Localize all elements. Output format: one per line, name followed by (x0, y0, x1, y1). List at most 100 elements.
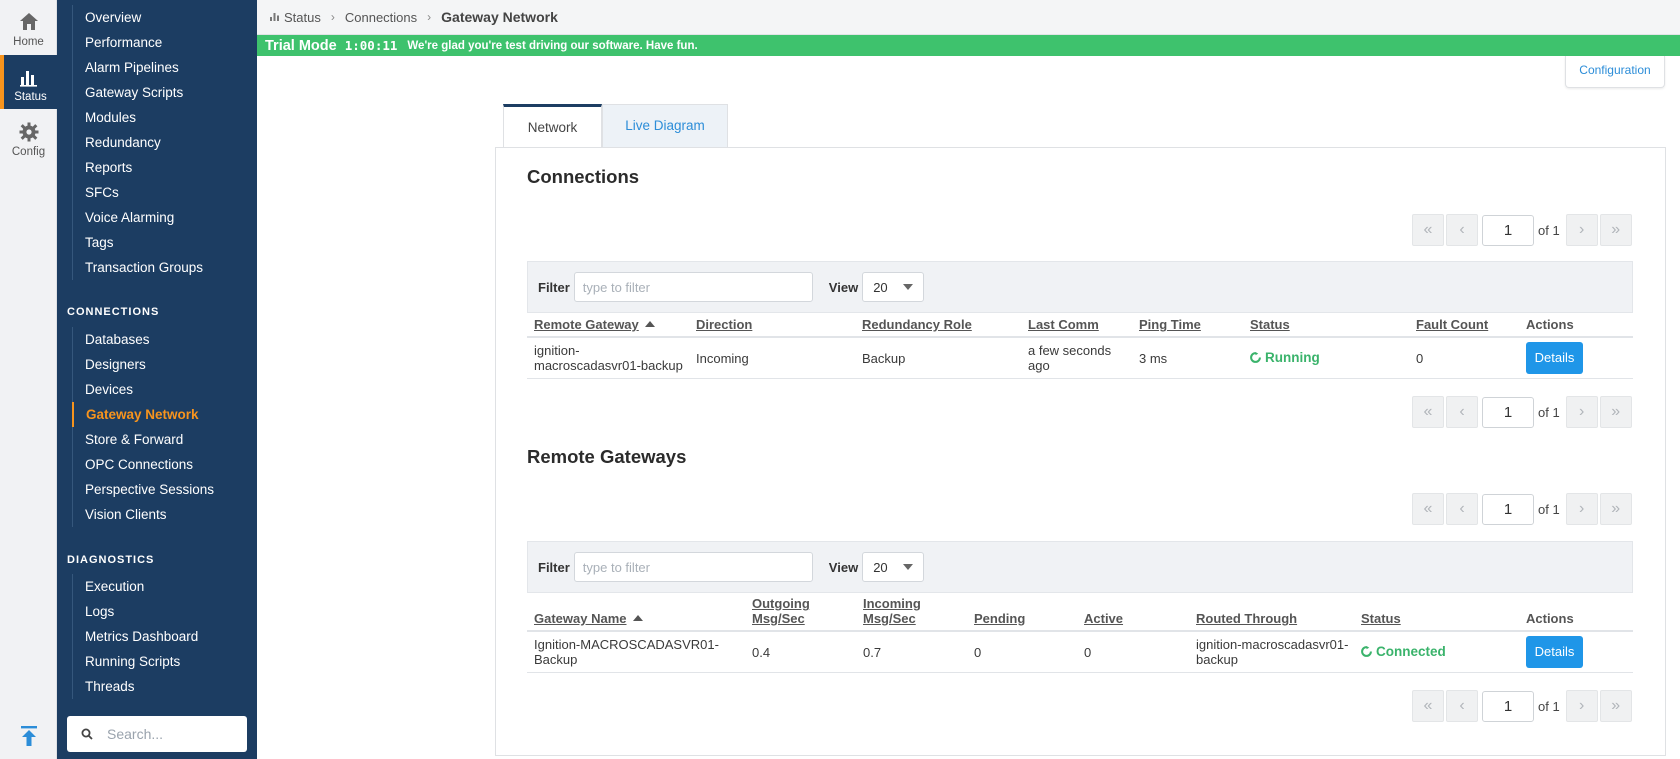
connections-filter-input[interactable] (573, 272, 813, 302)
col-outgoing-msg-sec[interactable]: Outgoing Msg/Sec (752, 596, 810, 626)
nav-item-transaction-groups[interactable]: Transaction Groups (72, 255, 257, 280)
col-last-comm[interactable]: Last Comm (1028, 317, 1099, 332)
cell-incoming: 0.7 (863, 645, 882, 660)
nav-item-gateway-scripts[interactable]: Gateway Scripts (72, 80, 257, 105)
cell-outgoing: 0.4 (752, 645, 771, 660)
remote-gateways-view-select[interactable]: 20 (862, 552, 925, 582)
nav-search-box (67, 716, 247, 752)
rail-status-label: Status (14, 91, 47, 103)
sort-ascending-icon (644, 321, 655, 327)
nav-item-modules[interactable]: Modules (72, 105, 257, 130)
nav-search-input[interactable] (107, 726, 237, 742)
chevron-right-icon: › (330, 10, 335, 24)
col-remote-gateway[interactable]: Remote Gateway (534, 317, 655, 332)
nav-item-sfcs[interactable]: SFCs (72, 180, 257, 205)
col-status[interactable]: Status (1250, 317, 1290, 332)
pager-of-label: of 1 (1538, 404, 1560, 420)
pager-prev-button[interactable]: ‹ (1446, 396, 1478, 428)
pager-next-button[interactable]: › (1565, 396, 1598, 428)
nav-item-voice-alarming[interactable]: Voice Alarming (72, 205, 257, 230)
nav-item-overview[interactable]: Overview (72, 5, 257, 30)
pager-prev-button[interactable]: ‹ (1446, 690, 1478, 722)
nav-item-redundancy[interactable]: Redundancy (72, 130, 257, 155)
connections-view-select[interactable]: 20 (862, 272, 925, 302)
col-active[interactable]: Active (1084, 611, 1123, 626)
breadcrumb-connections[interactable]: Connections (345, 10, 417, 25)
sort-ascending-icon (632, 615, 643, 621)
cell-direction: Incoming (696, 351, 749, 366)
col-ping-time[interactable]: Ping Time (1139, 317, 1201, 332)
pager-page-input[interactable] (1482, 214, 1534, 246)
connections-pager-bottom: « ‹ of 1 › » (1412, 396, 1634, 428)
nav-item-reports[interactable]: Reports (72, 155, 257, 180)
nav-item-vision-clients[interactable]: Vision Clients (72, 502, 257, 527)
pager-first-button[interactable]: « (1412, 396, 1444, 428)
pager-last-button[interactable]: » (1599, 396, 1632, 428)
details-button[interactable]: Details (1526, 342, 1583, 374)
cell-last-comm: a few seconds ago (1028, 343, 1112, 373)
pager-first-button[interactable]: « (1412, 214, 1444, 246)
icon-rail: Home Status Config (0, 0, 57, 759)
pager-of-label: of 1 (1538, 698, 1560, 714)
pager-next-button[interactable]: › (1565, 493, 1598, 525)
col-status[interactable]: Status (1361, 611, 1401, 626)
pager-last-button[interactable]: » (1599, 214, 1632, 246)
rail-home-label: Home (13, 36, 44, 48)
trial-mode-label: Trial Mode (265, 37, 337, 54)
pager-page-input[interactable] (1482, 493, 1534, 525)
trial-timer: 1:00:11 (344, 38, 398, 53)
cell-pending: 0 (974, 645, 982, 660)
nav-item-threads[interactable]: Threads (72, 674, 257, 699)
pager-next-button[interactable]: › (1565, 214, 1598, 246)
filter-label: Filter (538, 559, 570, 575)
remote-gateways-pager-bottom: « ‹ of 1 › » (1412, 690, 1634, 722)
pager-page-input[interactable] (1482, 690, 1534, 722)
nav-item-running-scripts[interactable]: Running Scripts (72, 649, 257, 674)
nav-item-gateway-network[interactable]: Gateway Network (72, 402, 257, 427)
pager-last-button[interactable]: » (1599, 493, 1632, 525)
tab-network[interactable]: Network (503, 104, 602, 147)
nav-item-performance[interactable]: Performance (72, 30, 257, 55)
nav-item-logs[interactable]: Logs (72, 599, 257, 624)
rail-config[interactable]: Config (0, 110, 57, 164)
tab-live-diagram[interactable]: Live Diagram (602, 104, 728, 147)
nav-item-devices[interactable]: Devices (72, 377, 257, 402)
col-routed-through[interactable]: Routed Through (1196, 611, 1297, 626)
trial-message: We're glad you're test driving our softw… (407, 39, 698, 52)
rail-home[interactable]: Home (0, 0, 57, 54)
configuration-button[interactable]: Configuration (1565, 56, 1665, 88)
nav-item-tags[interactable]: Tags (72, 230, 257, 255)
remote-gateways-filter-input[interactable] (573, 552, 813, 582)
col-direction[interactable]: Direction (696, 317, 752, 332)
nav-item-databases[interactable]: Databases (72, 327, 257, 352)
nav-item-opc-connections[interactable]: OPC Connections (72, 452, 257, 477)
nav-item-designers[interactable]: Designers (72, 352, 257, 377)
chevron-down-icon (903, 564, 914, 570)
scroll-to-top-icon[interactable] (17, 724, 41, 748)
pager-prev-button[interactable]: ‹ (1446, 214, 1478, 246)
col-pending[interactable]: Pending (974, 611, 1025, 626)
rail-status[interactable]: Status (0, 55, 57, 109)
nav-item-perspective-sessions[interactable]: Perspective Sessions (72, 477, 257, 502)
status-badge: Running (1265, 350, 1320, 365)
pager-prev-button[interactable]: ‹ (1446, 493, 1478, 525)
col-fault-count[interactable]: Fault Count (1416, 317, 1488, 332)
pager-page-input[interactable] (1482, 396, 1534, 428)
refresh-icon (1361, 646, 1372, 657)
col-gateway-name[interactable]: Gateway Name (534, 611, 643, 626)
breadcrumb-status[interactable]: Status (284, 10, 321, 25)
pager-first-button[interactable]: « (1412, 690, 1444, 722)
rail-config-label: Config (11, 146, 46, 158)
pager-first-button[interactable]: « (1412, 493, 1444, 525)
col-incoming-msg-sec[interactable]: Incoming Msg/Sec (863, 596, 921, 626)
pager-next-button[interactable]: › (1565, 690, 1598, 722)
details-button[interactable]: Details (1526, 636, 1583, 668)
pager-last-button[interactable]: » (1599, 690, 1632, 722)
nav-item-alarm-pipelines[interactable]: Alarm Pipelines (72, 55, 257, 80)
nav-item-execution[interactable]: Execution (72, 574, 257, 599)
nav-item-store-forward[interactable]: Store & Forward (72, 427, 257, 452)
col-redundancy-role[interactable]: Redundancy Role (862, 317, 972, 332)
nav-item-metrics-dashboard[interactable]: Metrics Dashboard (72, 624, 257, 649)
cell-status: Running (1250, 350, 1320, 365)
status-badge: Connected (1376, 644, 1446, 659)
